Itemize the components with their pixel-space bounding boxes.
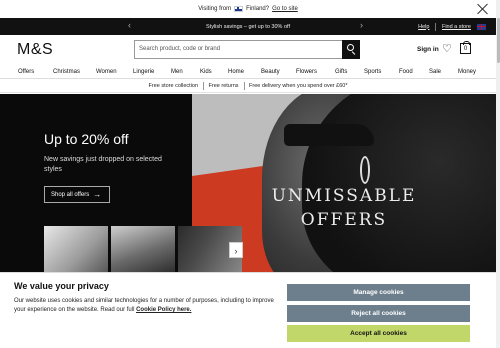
bag-icon[interactable]: 0 [460, 41, 471, 54]
nav-item-beauty[interactable]: Beauty [261, 69, 280, 75]
country-name: Finland? [246, 6, 270, 12]
sign-in-link[interactable]: Sign in [417, 46, 439, 53]
search-icon [347, 44, 354, 51]
nav-item-home[interactable]: Home [228, 69, 244, 75]
heart-icon[interactable]: ♡ [442, 44, 452, 55]
nav-item-food[interactable]: Food [399, 69, 413, 75]
nav-item-men[interactable]: Men [171, 69, 183, 75]
country-banner: Visiting from Finland? Go to site [0, 0, 496, 18]
earring [360, 156, 370, 184]
divider [435, 22, 436, 31]
nav-item-gifts[interactable]: Gifts [335, 69, 347, 75]
scrollbar[interactable] [496, 0, 500, 348]
nav-item-money[interactable]: Money [458, 69, 476, 75]
delivery-item[interactable]: Free store collection [144, 83, 204, 89]
sunglasses [284, 124, 374, 146]
cookie-title: We value your privacy [14, 281, 109, 291]
go-to-site-link[interactable]: Go to site [272, 6, 298, 12]
reject-cookies-button[interactable]: Reject all cookies [287, 305, 470, 322]
nav-item-offers[interactable]: Offers [18, 69, 34, 75]
ms-logo[interactable]: M&S [17, 41, 53, 59]
cookie-body: Our website uses cookies and similar tec… [14, 297, 279, 315]
chevron-right-icon[interactable]: › [229, 242, 243, 258]
nav-item-lingerie[interactable]: Lingerie [133, 69, 154, 75]
nav-item-flowers[interactable]: Flowers [296, 69, 317, 75]
close-icon[interactable] [476, 2, 490, 16]
promo-strip: ‹ Stylish savings – get up to 30% off › … [0, 18, 496, 35]
delivery-strip: Free store collection Free returns Free … [0, 80, 496, 93]
hero-banner[interactable]: Up to 20% off New savings just dropped o… [0, 94, 496, 274]
chevron-right-icon[interactable]: › [360, 20, 363, 30]
accept-cookies-button[interactable]: Accept all cookies [287, 325, 470, 342]
product-thumbnail[interactable] [111, 226, 175, 274]
scrollbar-thumb[interactable] [496, 18, 500, 63]
nav-item-christmas[interactable]: Christmas [53, 69, 80, 75]
arrow-right-icon: → [93, 190, 102, 199]
search-input[interactable]: Search product, code or brand [134, 40, 342, 59]
manage-cookies-button[interactable]: Manage cookies [287, 284, 470, 301]
overlay-line-1: UNMISSABLE [271, 186, 417, 206]
utility-links: Help Find a store [418, 22, 486, 31]
main-nav: Offers Christmas Women Lingerie Men Kids… [0, 65, 496, 79]
finland-flag-icon [234, 6, 244, 12]
product-thumbnail[interactable] [44, 226, 108, 274]
delivery-item[interactable]: Free returns [204, 83, 244, 89]
delivery-item[interactable]: Free delivery when you spend over £60* [244, 83, 352, 89]
find-store-link[interactable]: Find a store [442, 24, 471, 30]
header: M&S Search product, code or brand Sign i… [0, 35, 496, 65]
search-button[interactable] [342, 40, 360, 59]
hero-subtext: New savings just dropped on selected sty… [44, 156, 162, 173]
shop-all-offers-label: Shop all offers [51, 191, 90, 198]
uk-flag-icon[interactable] [477, 23, 486, 30]
nav-item-kids[interactable]: Kids [200, 69, 212, 75]
hero-overlay-text: UNMISSABLE OFFERS [262, 184, 426, 232]
nav-item-women[interactable]: Women [96, 69, 117, 75]
hero-headline: Up to 20% off [44, 131, 129, 147]
visiting-label: Visiting from [198, 6, 232, 12]
overlay-line-2: OFFERS [300, 210, 388, 230]
cookie-banner: We value your privacy Our website uses c… [0, 272, 496, 348]
cookie-policy-link[interactable]: Cookie Policy here. [136, 307, 191, 313]
help-link[interactable]: Help [418, 24, 429, 30]
nav-item-sale[interactable]: Sale [429, 69, 441, 75]
nav-item-sports[interactable]: Sports [364, 69, 381, 75]
shop-all-offers-button[interactable]: Shop all offers → [44, 186, 110, 203]
